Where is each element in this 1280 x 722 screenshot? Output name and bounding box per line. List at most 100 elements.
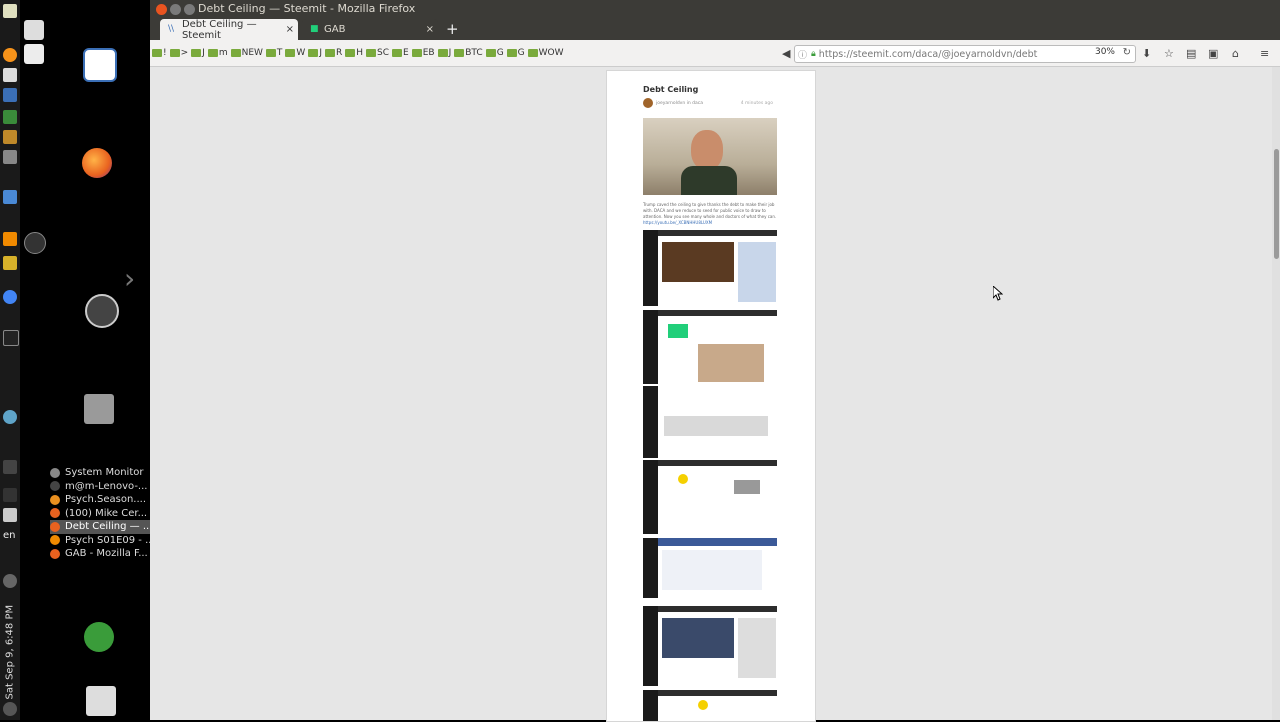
bookmark-item[interactable]: NEW [230,48,263,58]
tab-gab[interactable]: ■ GAB × [302,19,438,40]
network-icon[interactable] [3,488,17,502]
taskbar-window-item[interactable]: Psych.Season.... [50,493,150,507]
taskbar-window-item[interactable]: (100) Mike Cer... [50,507,150,521]
screenshot-article-page[interactable] [643,460,777,534]
bookmark-item[interactable]: E [392,48,409,58]
hamburger-menu-icon[interactable]: ≡ [1260,47,1269,60]
keyboard-language-indicator[interactable]: en [3,530,16,541]
calendar-icon[interactable] [3,88,17,102]
bitcoin-icon[interactable] [3,48,17,62]
terminal-shortcut-icon[interactable] [3,508,17,522]
libreoffice-writer-icon[interactable] [83,48,117,82]
atom-icon[interactable] [3,410,17,424]
steemit-favicon-icon: \\ [168,24,175,34]
vlc-icon[interactable] [3,232,17,246]
user-icon[interactable] [84,622,114,652]
window-app-icon [50,508,60,519]
home-icon[interactable]: ⌂ [1232,47,1239,60]
screenshot-news-page[interactable] [643,310,777,384]
screenshot-news-video[interactable] [643,606,777,686]
url-text[interactable]: https://steemit.com/daca/@joeyarnoldvn/d… [819,49,1038,60]
bookmark-item[interactable]: J [191,48,205,58]
scrollbar-thumb[interactable] [1274,149,1279,259]
close-tab-icon[interactable]: × [286,24,294,35]
bookmark-item[interactable]: R [324,48,342,58]
bookmark-item[interactable]: EB [411,48,435,58]
bookmark-item[interactable]: WOW [527,48,564,58]
new-tab-button[interactable]: + [446,20,459,38]
tab-bar: \\ Debt Ceiling — Steemit × ■ GAB × + [150,18,1280,41]
bookmark-item[interactable]: > [169,48,188,58]
bookmark-item[interactable]: m [207,48,228,58]
back-arrow-icon[interactable]: ◀ [782,47,790,60]
bookmark-item[interactable]: BTC [454,48,483,58]
taskbar-window-item[interactable]: GAB - Mozilla F... [50,547,150,561]
taskbar-window-item[interactable]: m@m-Lenovo-... [50,480,150,494]
bluetooth-icon[interactable] [3,460,17,474]
ubuntu-logo-icon[interactable] [3,4,17,18]
monitor-icon[interactable] [3,190,17,204]
bookmark-label: J [202,48,205,58]
zoom-level[interactable]: 30% [1095,47,1115,57]
bookmark-item[interactable]: W [285,48,305,58]
tool-icon[interactable] [3,150,17,164]
bookmark-item[interactable]: ! [152,48,167,58]
bookmark-label: WOW [538,48,564,58]
article-link[interactable]: https://youtu.be/_XCBNHHU8LUXM [643,220,712,225]
author-avatar[interactable] [643,98,653,108]
bookmark-label: J [448,48,452,58]
clipboard-icon[interactable]: ▤ [1186,47,1196,60]
bookmark-label: G [496,48,504,58]
folder-icon[interactable] [3,256,17,270]
chrome-icon[interactable] [3,290,17,304]
terminal-icon[interactable] [3,330,19,346]
bookmark-item[interactable]: SC [366,48,389,58]
url-bar[interactable]: ⓘ 🔒︎ https://steemit.com/daca/@joeyarnol… [794,45,1136,63]
bookmark-star-icon[interactable]: ☆ [1164,47,1174,60]
screenshot-more[interactable] [643,690,777,721]
ubuntu-software-icon[interactable] [85,294,119,328]
bookmark-item[interactable]: G [485,48,504,58]
author-name[interactable]: joeyarnoldvn [656,101,685,106]
trash-icon[interactable] [86,686,116,716]
bookmark-item[interactable]: T [265,48,282,58]
document-icon[interactable] [24,44,44,64]
doc-icon[interactable] [3,68,17,82]
info-icon[interactable]: ⓘ [798,48,807,61]
video-thumbnail[interactable] [643,118,777,195]
clock[interactable]: Sat Sep 9, 6:48 PM [2,605,18,700]
window-item-label: GAB - Mozilla F... [65,548,148,560]
bookmark-item[interactable]: H [345,48,363,58]
taskbar-window-item[interactable]: System Monitor [50,466,150,480]
minimize-window-button[interactable] [170,4,181,15]
volume-icon[interactable] [3,574,17,588]
apps-grid-icon[interactable] [3,130,17,144]
youtube-icon[interactable]: ▣ [1208,47,1218,60]
title-bar[interactable]: Debt Ceiling — Steemit - Mozilla Firefox [150,0,1280,18]
sheet-icon[interactable] [3,110,17,124]
chevron-right-icon[interactable]: › [124,262,135,295]
close-tab-icon[interactable]: × [426,24,434,35]
screenshot-video-page[interactable] [643,230,777,306]
window-app-icon [50,494,60,505]
vertical-scrollbar[interactable] [1272,67,1280,720]
archive-icon[interactable] [84,394,114,424]
screenshot-facebook-page[interactable] [643,538,777,598]
maximize-window-button[interactable] [184,4,195,15]
firefox-icon[interactable] [82,148,112,178]
bookmark-item[interactable]: J [437,48,452,58]
bookmark-item[interactable]: G [506,48,525,58]
taskbar-window-item[interactable]: Psych S01E09 - ... [50,534,150,548]
bookmark-item[interactable]: J [308,48,322,58]
power-icon[interactable] [3,702,17,716]
bookmark-label: BTC [465,48,483,58]
taskbar-window-item[interactable]: Debt Ceiling — ... [50,520,150,534]
tab-debt-ceiling[interactable]: \\ Debt Ceiling — Steemit × [160,19,298,41]
reload-icon[interactable]: ↻ [1123,47,1131,58]
home-nav-icon[interactable] [24,20,44,40]
firefox-launcher-icon[interactable] [24,232,46,254]
download-icon[interactable]: ⬇ [1142,47,1151,60]
close-window-button[interactable] [156,4,167,15]
screenshot-social-post[interactable] [643,386,777,458]
article-category[interactable]: in daca [687,101,703,106]
